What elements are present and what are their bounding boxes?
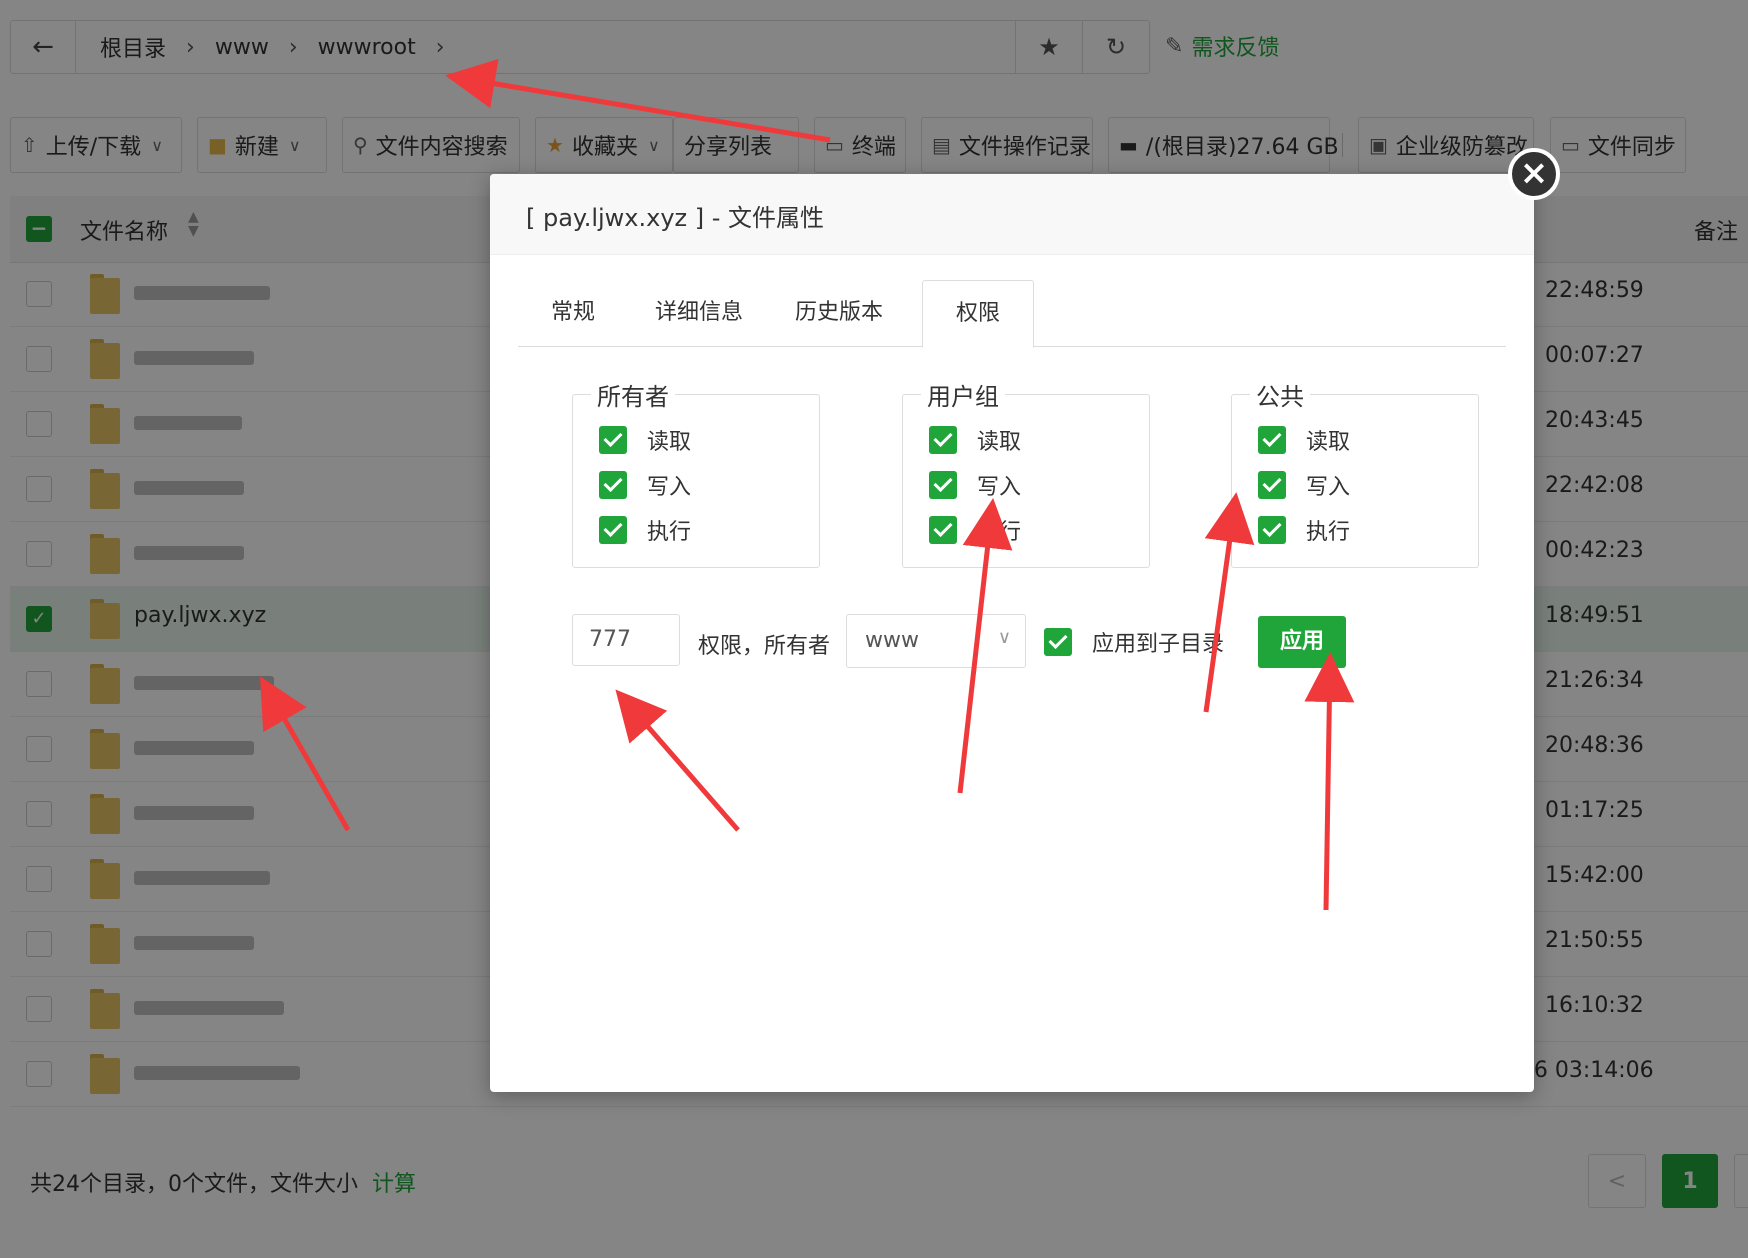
public-read[interactable]: 读取	[1258, 425, 1350, 455]
file-properties-dialog: [ pay.ljwx.xyz ] - 文件属性 常规 详细信息 历史版本 权限 …	[490, 174, 1534, 1092]
checkbox-checked[interactable]	[1258, 426, 1286, 454]
group-read[interactable]: 读取	[929, 425, 1021, 455]
public-write[interactable]: 写入	[1258, 470, 1350, 500]
close-icon[interactable]: ×	[1508, 148, 1560, 200]
checkbox-checked[interactable]	[599, 471, 627, 499]
group-legend: 用户组	[921, 377, 1005, 412]
perm-label: 读取	[1306, 430, 1351, 455]
tab-details[interactable]: 详细信息	[634, 280, 764, 346]
checkbox-checked[interactable]	[929, 471, 957, 499]
apply-subdir-checkbox[interactable]: 应用到子目录	[1044, 626, 1224, 658]
perm-label: 写入	[977, 475, 1022, 500]
apply-button[interactable]: 应用	[1258, 616, 1346, 668]
dialog-title: [ pay.ljwx.xyz ] - 文件属性	[526, 204, 825, 232]
perm-label: 写入	[1306, 475, 1351, 500]
checkbox-checked[interactable]	[599, 516, 627, 544]
public-group: 公共 读取 写入 执行	[1231, 377, 1479, 568]
owner-group: 所有者 读取 写入 执行	[572, 377, 820, 568]
owner-exec[interactable]: 执行	[599, 515, 691, 545]
permission-owner-label: 权限，所有者	[698, 634, 831, 659]
group-write[interactable]: 写入	[929, 470, 1021, 500]
owner-select[interactable]: www ∨	[846, 614, 1026, 668]
checkbox-checked[interactable]	[1258, 471, 1286, 499]
perm-label: 执行	[977, 520, 1022, 545]
group-group: 用户组 读取 写入 执行	[902, 377, 1150, 568]
public-legend: 公共	[1250, 377, 1310, 412]
tab-bar: 常规 详细信息 历史版本 权限	[518, 280, 1506, 348]
perm-label: 写入	[647, 475, 692, 500]
group-exec[interactable]: 执行	[929, 515, 1021, 545]
checkbox-checked[interactable]	[929, 426, 957, 454]
perm-label: 读取	[647, 430, 692, 455]
checkbox-checked[interactable]	[599, 426, 627, 454]
owner-value: www	[865, 628, 919, 653]
owner-read[interactable]: 读取	[599, 425, 691, 455]
perm-label: 执行	[1306, 520, 1351, 545]
checkbox-checked[interactable]	[1258, 516, 1286, 544]
checkbox-checked[interactable]	[1044, 628, 1072, 656]
dialog-header: [ pay.ljwx.xyz ] - 文件属性	[490, 174, 1534, 255]
owner-write[interactable]: 写入	[599, 470, 691, 500]
apply-subdir-label: 应用到子目录	[1092, 632, 1225, 657]
perm-label: 读取	[977, 430, 1022, 455]
perm-label: 执行	[647, 520, 692, 545]
tab-history[interactable]: 历史版本	[774, 280, 904, 346]
tab-permissions[interactable]: 权限	[922, 280, 1034, 348]
permission-value-input[interactable]: 777	[572, 614, 680, 666]
chevron-down-icon: ∨	[997, 627, 1011, 648]
tab-general[interactable]: 常规	[518, 280, 628, 346]
public-exec[interactable]: 执行	[1258, 515, 1350, 545]
checkbox-checked[interactable]	[929, 516, 957, 544]
owner-legend: 所有者	[591, 377, 675, 412]
